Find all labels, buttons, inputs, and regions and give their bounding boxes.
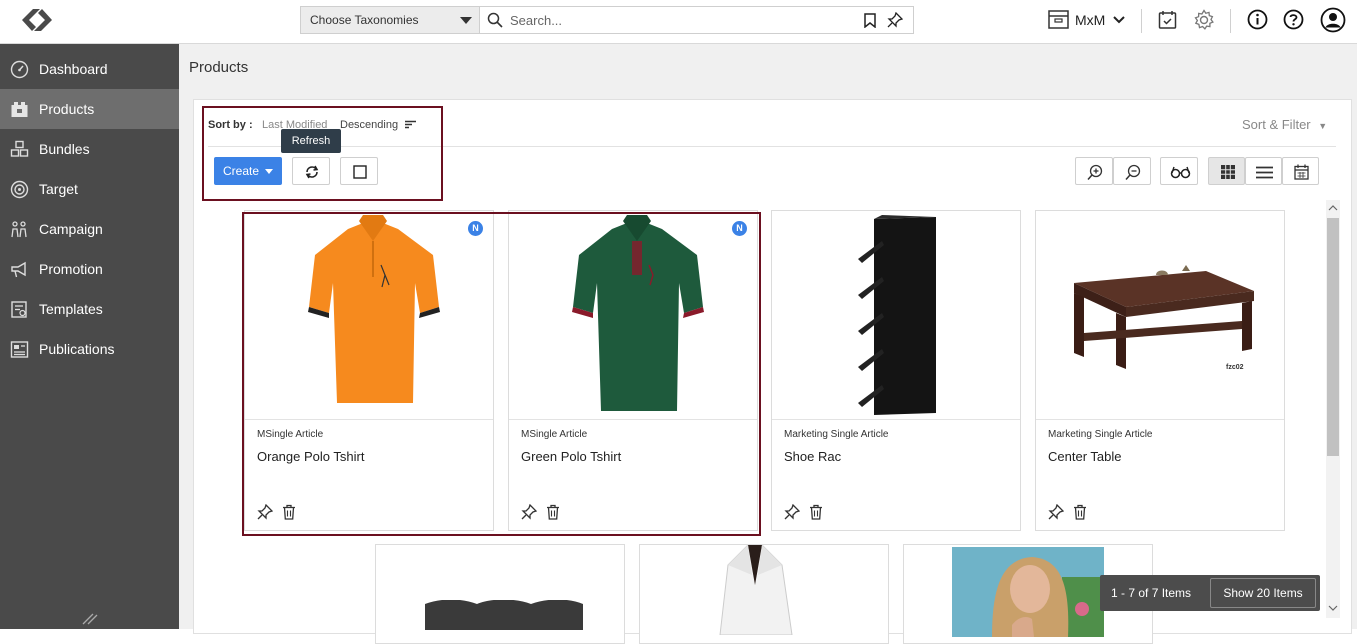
sort-filter-label: Sort & Filter [1242, 117, 1311, 132]
scroll-down-icon[interactable] [1328, 605, 1338, 612]
product-name: Shoe Rac [784, 449, 842, 464]
product-type: Marketing Single Article [1048, 429, 1153, 440]
show-items-button[interactable]: Show 20 Items [1210, 578, 1316, 608]
sort-filter-toggle[interactable]: Sort & Filter ▼ [1242, 117, 1327, 132]
sidebar: Dashboard Products Bundles Target Campai… [0, 44, 179, 629]
highlight-frame [202, 106, 443, 201]
sidebar-item-label: Campaign [39, 221, 103, 237]
bundles-icon [10, 140, 29, 157]
search-input[interactable] [510, 11, 850, 29]
sidebar-item-products[interactable]: Products [0, 89, 179, 129]
caret-down-icon: ▼ [1318, 121, 1328, 131]
chevron-down-icon[interactable] [1113, 15, 1125, 24]
gear-icon[interactable] [1193, 9, 1215, 31]
archive-icon[interactable] [1048, 10, 1069, 29]
sidebar-item-campaign[interactable]: Campaign [0, 209, 179, 249]
image-caption: fzc02 [1226, 364, 1244, 371]
zoom-in-button[interactable] [1075, 157, 1113, 185]
sidebar-item-dashboard[interactable]: Dashboard [0, 49, 179, 89]
product-card[interactable] [639, 544, 889, 644]
trash-icon[interactable] [1073, 504, 1087, 520]
user-avatar-icon[interactable] [1320, 7, 1346, 33]
sidebar-item-label: Bundles [39, 141, 90, 157]
top-bar: Choose Taxonomies MxM [0, 0, 1357, 44]
product-type: Marketing Single Article [784, 429, 889, 440]
grid-view-button[interactable] [1208, 157, 1245, 185]
scrollbar-thumb[interactable] [1327, 218, 1339, 456]
sidebar-item-label: Target [39, 181, 78, 197]
product-name: Center Table [1048, 449, 1122, 464]
glasses-icon [1170, 166, 1191, 179]
divider [1230, 9, 1231, 33]
pin-icon[interactable] [1048, 504, 1064, 520]
blazer-image [719, 545, 793, 635]
sidebar-item-target[interactable]: Target [0, 169, 179, 209]
sidebar-item-label: Promotion [39, 261, 103, 277]
divider [1141, 9, 1142, 33]
sidebar-item-label: Products [39, 101, 95, 117]
sidebar-item-templates[interactable]: Templates [0, 289, 179, 329]
page-title: Products [189, 59, 249, 76]
campaign-icon [11, 221, 27, 238]
trash-icon[interactable] [809, 504, 823, 520]
products-icon [11, 102, 28, 117]
grid-view-icon [1221, 165, 1235, 179]
product-card[interactable]: fzc02 Marketing Single Article Center Ta… [1035, 210, 1285, 531]
zoom-out-button[interactable] [1113, 157, 1151, 185]
megaphone-icon [11, 261, 26, 278]
portrait-image [952, 547, 1104, 637]
templates-icon [11, 301, 27, 318]
workspace-label[interactable]: MxM [1075, 12, 1105, 28]
help-icon[interactable] [1283, 9, 1304, 30]
product-card[interactable] [375, 544, 625, 644]
calendar-view-button[interactable] [1282, 157, 1319, 185]
pagination-bar: 1 - 7 of 7 Items Show 20 Items [1100, 575, 1320, 611]
bookmark-icon[interactable] [864, 13, 876, 28]
main-content: Products Sort by : Last Modified Descend… [179, 44, 1357, 644]
sidebar-item-bundles[interactable]: Bundles [0, 129, 179, 169]
highlight-frame [242, 212, 761, 536]
zoom-out-icon [1125, 164, 1141, 180]
product-card[interactable]: Marketing Single Article Shoe Rac [771, 210, 1021, 531]
shoe-rack-image [858, 215, 936, 415]
preview-button[interactable] [1160, 157, 1198, 185]
sidebar-item-label: Publications [39, 341, 115, 357]
scrollbar[interactable] [1326, 200, 1340, 618]
sofa-image [425, 600, 583, 630]
sidebar-item-publications[interactable]: Publications [0, 329, 179, 369]
product-image: fzc02 [1036, 211, 1284, 420]
item-count: 1 - 7 of 7 Items [1111, 586, 1192, 600]
collapse-sidebar-icon[interactable] [80, 611, 98, 625]
search-icon [487, 12, 503, 28]
pin-icon[interactable] [887, 12, 903, 28]
target-icon [10, 180, 29, 199]
sidebar-item-label: Dashboard [39, 61, 108, 77]
scroll-up-icon[interactable] [1328, 204, 1338, 211]
taxonomy-select[interactable]: Choose Taxonomies [300, 6, 480, 34]
dashboard-icon [10, 60, 29, 79]
publications-icon [10, 341, 29, 358]
zoom-in-icon [1087, 164, 1103, 180]
center-table-image [1074, 265, 1254, 369]
calendar-icon [1294, 164, 1309, 180]
calendar-check-icon[interactable] [1158, 10, 1177, 29]
pin-icon[interactable] [784, 504, 800, 520]
chevron-down-icon [460, 17, 472, 24]
sidebar-item-label: Templates [39, 301, 103, 317]
product-image [772, 211, 1020, 420]
search-box [480, 6, 914, 34]
info-icon[interactable] [1247, 9, 1268, 30]
list-view-icon [1256, 166, 1273, 179]
list-view-button[interactable] [1245, 157, 1282, 185]
taxonomy-select-label: Choose Taxonomies [310, 13, 419, 27]
app-logo-icon[interactable] [18, 5, 56, 35]
sidebar-item-promotion[interactable]: Promotion [0, 249, 179, 289]
